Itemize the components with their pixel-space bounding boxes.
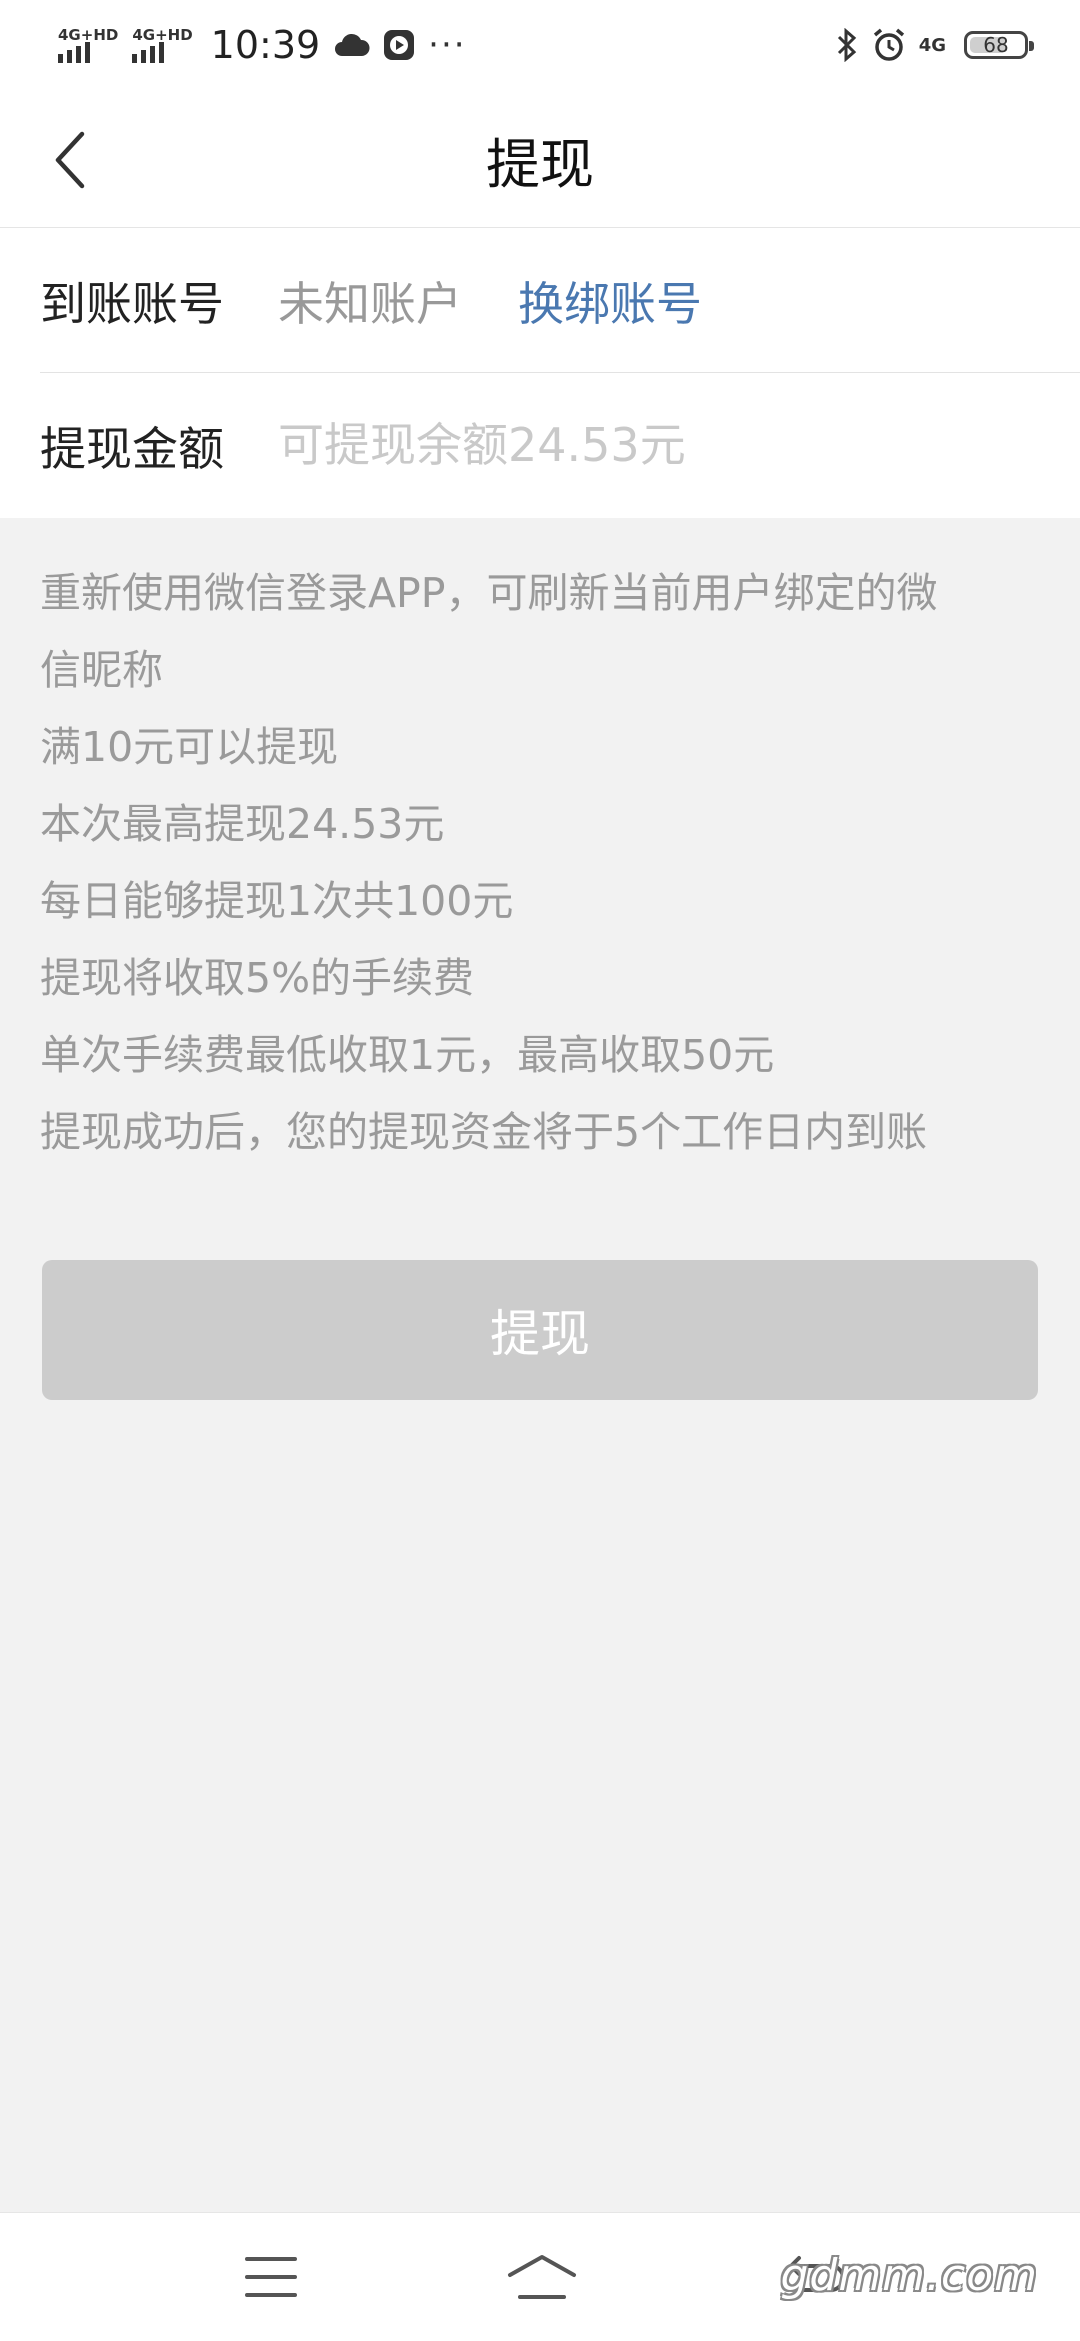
note-line: 满10元可以提现 (40, 723, 339, 771)
cloud-icon (334, 32, 370, 58)
withdraw-button[interactable]: 提现 (42, 1260, 1038, 1400)
home-button[interactable] (497, 2237, 587, 2317)
status-time: 10:39 (210, 23, 321, 67)
sim1-signal: 4G+HD (58, 27, 118, 63)
status-bar-left: 4G+HD 4G+HD 10:39 ··· (58, 23, 467, 67)
change-account-link[interactable]: 换绑账号 (518, 268, 702, 334)
overflow-dots-icon: ··· (428, 25, 467, 65)
account-row: 到账账号 未知账户 换绑账号 (0, 228, 1080, 373)
back-button[interactable] (30, 120, 110, 200)
signal-bars-icon (132, 42, 165, 63)
battery-level: 68 (983, 33, 1009, 57)
sim1-label: 4G+HD (58, 26, 119, 44)
note-line: 每日能够提现1次共100元 (40, 877, 514, 925)
bluetooth-icon (835, 28, 859, 62)
amount-input[interactable] (278, 405, 1038, 485)
menu-icon (245, 2257, 297, 2297)
note-line: 重新使用微信登录APP，可刷新当前用户绑定的微 (40, 569, 938, 617)
alarm-icon (871, 27, 907, 63)
home-icon (508, 2255, 576, 2299)
page-header: 提现 (0, 90, 1080, 228)
withdraw-notes: 重新使用微信登录APP，可刷新当前用户绑定的微 信昵称 满10元可以提现 本次最… (40, 555, 1060, 1171)
account-label: 到账账号 (40, 276, 224, 331)
note-line: 信昵称 (40, 646, 163, 694)
note-line: 单次手续费最低收取1元，最高收取50元 (40, 1031, 775, 1079)
status-bar-right: 4G 68 (835, 27, 1034, 63)
amount-row: 提现金额 (0, 373, 1080, 518)
account-value: 未知账户 (278, 276, 462, 331)
network-type: 4G (918, 34, 946, 56)
menu-button[interactable] (226, 2237, 316, 2317)
sim2-label: 4G+HD (132, 26, 193, 44)
battery-icon: 68 (964, 31, 1034, 59)
play-icon (382, 28, 416, 62)
status-bar: 4G+HD 4G+HD 10:39 ··· 4G 68 (0, 0, 1080, 90)
note-line: 本次最高提现24.53元 (40, 800, 445, 848)
note-line: 提现成功后，您的提现资金将于5个工作日内到账 (40, 1108, 928, 1156)
sim2-signal: 4G+HD (132, 26, 193, 63)
amount-label: 提现金额 (40, 421, 224, 476)
watermark-text: gdmm.com (780, 2250, 1038, 2301)
note-line: 提现将收取5%的手续费 (40, 954, 475, 1002)
signal-bars-icon (58, 42, 90, 63)
page-title: 提现 (486, 132, 594, 196)
chevron-left-icon (55, 131, 85, 189)
